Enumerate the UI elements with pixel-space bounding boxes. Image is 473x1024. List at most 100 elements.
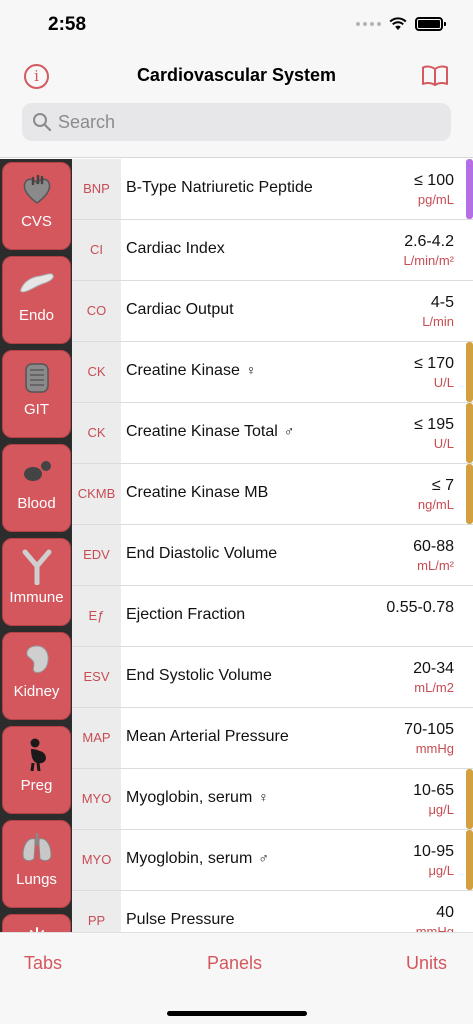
row-name: End Diastolic Volume [126, 545, 283, 563]
row-name: Cardiac Output [126, 301, 240, 319]
row-name-text: Pulse Pressure [126, 911, 235, 928]
table-row[interactable]: MYO Myoglobin, serum ♂ 10-95 μg/L [72, 830, 473, 891]
row-unit: μg/L [428, 802, 454, 817]
sidebar-item-immune[interactable]: Immune [2, 538, 71, 626]
category-marker [466, 464, 473, 524]
sidebar-item-endo[interactable]: Endo [2, 256, 71, 344]
table-row[interactable]: CK Creatine Kinase ♀ ≤ 170 U/L [72, 342, 473, 403]
cellular-signal-icon [356, 22, 381, 26]
row-abbreviation: MYO [72, 830, 121, 890]
status-time: 2:58 [48, 14, 87, 35]
row-name-text: Myoglobin, serum [126, 789, 253, 806]
table-row[interactable]: CK Creatine Kinase Total ♂ ≤ 195 U/L [72, 403, 473, 464]
row-name-text: Creatine Kinase Total [126, 423, 278, 440]
male-icon: ♂ [258, 850, 269, 866]
row-unit: mmHg [415, 741, 454, 756]
row-name: Ejection Fraction [126, 606, 251, 624]
table-row[interactable]: CO Cardiac Output 4-5 L/min [72, 281, 473, 342]
pancreas-icon [19, 273, 54, 293]
sidebar-item-more[interactable] [2, 914, 71, 932]
category-marker [466, 403, 473, 463]
row-unit: U/L [433, 375, 454, 390]
sidebar-item-kidney[interactable]: Kidney [2, 632, 71, 720]
row-unit: mL/m² [417, 558, 454, 573]
category-marker [466, 159, 473, 219]
row-abbreviation: MYO [72, 769, 121, 829]
row-unit: μg/L [428, 863, 454, 878]
row-abbreviation: EDV [72, 525, 121, 585]
sidebar-item-label: Kidney [13, 683, 60, 700]
reference-table: BNP B-Type Natriuretic Peptide ≤ 100 pg/… [72, 159, 473, 932]
table-row[interactable]: PP Pulse Pressure 40 mmHg [72, 891, 473, 932]
row-unit: L/min [422, 314, 454, 329]
row-value: 40 [436, 904, 454, 921]
table-row[interactable]: Eƒ Ejection Fraction 0.55-0.78 [72, 586, 473, 647]
row-value: 10-95 [413, 843, 454, 860]
units-button[interactable]: Units [406, 953, 447, 974]
bottom-toolbar: Tabs Panels Units [0, 932, 473, 1024]
table-row[interactable]: ESV End Systolic Volume 20-34 mL/m2 [72, 647, 473, 708]
row-name: Creatine Kinase MB [126, 484, 274, 502]
row-name: Creatine Kinase Total ♂ [126, 423, 294, 441]
search-bar[interactable] [22, 103, 451, 141]
row-value: 0.55-0.78 [386, 599, 454, 616]
row-abbreviation: CI [72, 220, 121, 280]
page-title: Cardiovascular System [136, 65, 337, 85]
navigation-bar: i Cardiovascular System [0, 50, 473, 158]
sidebar-item-label: GIT [24, 401, 49, 418]
intestines-icon [24, 363, 49, 393]
row-name: B-Type Natriuretic Peptide [126, 179, 319, 197]
tabs-button[interactable]: Tabs [24, 953, 62, 974]
table-row[interactable]: BNP B-Type Natriuretic Peptide ≤ 100 pg/… [72, 159, 473, 220]
table-row[interactable]: CKMB Creatine Kinase MB ≤ 7 ng/mL [72, 464, 473, 525]
male-icon: ♂ [283, 423, 295, 439]
category-marker [466, 830, 473, 890]
sidebar-item-blood[interactable]: Blood [2, 444, 71, 532]
row-abbreviation: CO [72, 281, 121, 341]
row-abbreviation: CK [72, 403, 121, 463]
sidebar-item-cvs[interactable]: CVS [2, 162, 71, 250]
sidebar-item-label: Immune [9, 589, 64, 606]
row-abbreviation: PP [72, 891, 121, 932]
sidebar-item-preg[interactable]: Preg [2, 726, 71, 814]
row-abbreviation: CKMB [72, 464, 121, 524]
lungs-icon [21, 833, 52, 862]
table-row[interactable]: MAP Mean Arterial Pressure 70-105 mmHg [72, 708, 473, 769]
row-name-text: Cardiac Index [126, 240, 225, 257]
sidebar-item-git[interactable]: GIT [2, 350, 71, 438]
row-value: 20-34 [413, 660, 454, 677]
row-name-text: End Diastolic Volume [126, 545, 278, 562]
row-name: Myoglobin, serum ♀ [126, 789, 269, 807]
table-row[interactable]: EDV End Diastolic Volume 60-88 mL/m² [72, 525, 473, 586]
row-value: ≤ 7 [431, 477, 454, 494]
row-value: 60-88 [413, 538, 454, 555]
book-icon[interactable] [421, 65, 449, 87]
sidebar-item-lungs[interactable]: Lungs [2, 820, 71, 908]
row-unit: mL/m2 [414, 680, 454, 695]
category-marker [466, 769, 473, 829]
row-name: Myoglobin, serum ♂ [126, 850, 269, 868]
table-row[interactable]: CI Cardiac Index 2.6-4.2 L/min/m² [72, 220, 473, 281]
row-name: Cardiac Index [126, 240, 231, 258]
row-abbreviation: ESV [72, 647, 121, 707]
wifi-icon [389, 17, 407, 30]
search-input[interactable] [58, 111, 428, 133]
row-name-text: Creatine Kinase [126, 362, 240, 379]
sidebar-item-label: Endo [18, 307, 55, 324]
panels-button[interactable]: Panels [207, 953, 262, 974]
search-icon [33, 113, 52, 132]
sidebar-item-label: Blood [17, 495, 56, 512]
row-value: ≤ 100 [414, 172, 454, 189]
category-sidebar: CVS Endo GIT Blood Immune Kidney Preg Lu… [0, 159, 72, 932]
row-name: Mean Arterial Pressure [126, 728, 295, 746]
row-unit: ng/mL [417, 497, 454, 512]
pregnancy-icon [30, 738, 46, 772]
row-name-text: B-Type Natriuretic Peptide [126, 179, 313, 196]
sidebar-item-label: Preg [20, 777, 53, 794]
home-indicator [167, 1011, 307, 1016]
row-value: ≤ 170 [414, 355, 454, 372]
table-row[interactable]: MYO Myoglobin, serum ♀ 10-65 μg/L [72, 769, 473, 830]
row-abbreviation: CK [72, 342, 121, 402]
antibody-icon [22, 549, 51, 585]
status-bar: 2:58 [0, 0, 473, 50]
